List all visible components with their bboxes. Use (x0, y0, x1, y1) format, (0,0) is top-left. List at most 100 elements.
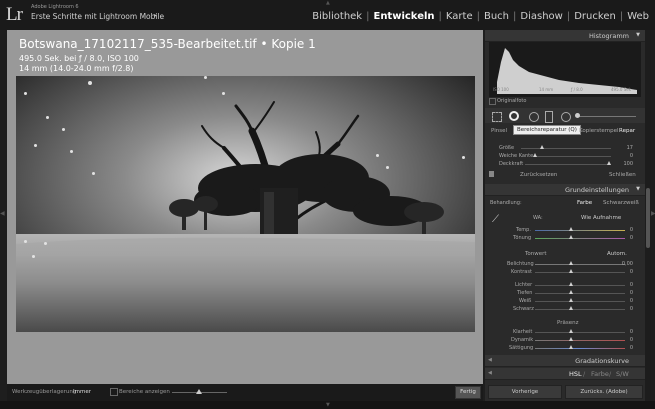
mode-kopierstempel[interactable]: Kopierstempel (579, 128, 619, 134)
dynamik-knob[interactable] (569, 337, 573, 341)
visualize-slider-knob[interactable] (196, 389, 202, 394)
histogram-title: Histogramm (588, 32, 629, 40)
mode-repar[interactable]: Repar (619, 128, 635, 134)
dynamik-slider[interactable] (535, 340, 625, 341)
bereiche-checkbox[interactable] (110, 388, 118, 396)
module-drucken[interactable]: Drucken (570, 11, 620, 22)
hsl-sw-tab[interactable]: S/W (616, 370, 629, 378)
deckkraft-knob[interactable] (607, 161, 611, 165)
right-panel-toggle-icon[interactable]: ▶ (651, 210, 655, 217)
basic-collapse-icon[interactable]: ▼ (636, 186, 640, 192)
lightroom-logo: Lr (6, 4, 23, 25)
module-buch[interactable]: Buch (480, 11, 513, 22)
eyedropper-icon[interactable]: ⟋ (492, 214, 499, 225)
switch-icon[interactable] (489, 171, 494, 177)
belichtung-knob[interactable] (569, 261, 573, 265)
groesse-knob[interactable] (540, 145, 544, 149)
groesse-label: Größe (499, 145, 515, 151)
radial-filter-icon[interactable] (561, 112, 571, 122)
temp-slider[interactable] (535, 230, 625, 231)
original-photo-checkbox[interactable] (489, 98, 496, 105)
tiefen-slider[interactable] (535, 293, 625, 294)
klarheit-value[interactable]: 0 (613, 329, 633, 335)
hsl-expand-icon[interactable]: ◀ (488, 370, 492, 376)
kontrast-slider[interactable] (535, 272, 625, 273)
red-eye-icon[interactable] (529, 112, 539, 122)
histogram-header[interactable]: Histogramm ▼ (485, 30, 645, 42)
module-diashow[interactable]: Diashow (516, 11, 566, 22)
weiche-kante-value[interactable]: 0 (613, 153, 633, 159)
filmstrip-toggle-icon[interactable]: ▼ (326, 402, 330, 408)
hsl-tab[interactable]: HSL (569, 370, 582, 378)
weiss-slider[interactable] (535, 301, 625, 302)
belichtung-value[interactable]: 0,00 (613, 261, 633, 267)
schwarz-slider[interactable] (535, 309, 625, 310)
reset-button[interactable]: Zurücksetzen (520, 172, 557, 178)
tiefen-value[interactable]: 0 (613, 290, 633, 296)
module-entwickeln[interactable]: Entwickeln (369, 11, 438, 22)
reset-adobe-button[interactable]: Zurücks. (Adobe) (565, 385, 643, 399)
tonung-slider[interactable] (535, 238, 625, 239)
lichter-slider[interactable] (535, 285, 625, 286)
weiche-kante-knob[interactable] (533, 153, 537, 157)
mode-pinsel[interactable]: Pinsel (491, 128, 507, 134)
temp-value[interactable]: 0 (613, 227, 633, 233)
gradient-filter-icon[interactable] (545, 111, 553, 123)
basic-panel-header[interactable]: Grundeinstellungen ▼ (485, 184, 645, 196)
weiche-kante-slider[interactable] (535, 156, 611, 157)
right-panel-scroll-thumb[interactable] (646, 188, 650, 248)
saettigung-value[interactable]: 0 (613, 345, 633, 351)
weiss-value[interactable]: 0 (613, 298, 633, 304)
top-panel-toggle-icon[interactable]: ▲ (326, 0, 330, 6)
left-panel-toggle-icon[interactable]: ◀ (0, 210, 5, 217)
module-karte[interactable]: Karte (442, 11, 477, 22)
treatment-bw[interactable]: Schwarzweiß (603, 200, 639, 206)
saettigung-knob[interactable] (569, 345, 573, 349)
auto-tone-button[interactable]: Autom. (607, 251, 627, 257)
previous-button[interactable]: Vorherige (488, 385, 562, 399)
dynamik-value[interactable]: 0 (613, 337, 633, 343)
groesse-slider[interactable] (521, 148, 611, 149)
tiefen-knob[interactable] (569, 290, 573, 294)
saettigung-slider[interactable] (535, 348, 625, 349)
schwarz-knob[interactable] (569, 306, 573, 310)
module-bibliothek[interactable]: Bibliothek (308, 11, 366, 22)
kontrast-value[interactable]: 0 (613, 269, 633, 275)
kontrast-knob[interactable] (569, 269, 573, 273)
tonung-value[interactable]: 0 (613, 235, 633, 241)
catalog-menu-icon[interactable]: ▸ (154, 12, 157, 19)
lichter-value[interactable]: 0 (613, 282, 633, 288)
weiss-knob[interactable] (569, 298, 573, 302)
lichter-knob[interactable] (569, 282, 573, 286)
tonung-knob[interactable] (569, 235, 573, 239)
deckkraft-value[interactable]: 100 (613, 161, 633, 167)
hsl-farbe-tab[interactable]: Farbe (591, 370, 609, 378)
wb-dropdown[interactable]: Wie Aufnahme (581, 215, 621, 221)
brush-icon[interactable] (575, 113, 580, 118)
bereiche-label: Bereiche anzeigen (119, 389, 170, 395)
temp-knob[interactable] (569, 227, 573, 231)
tone-curve-expand-icon[interactable]: ◀ (488, 357, 492, 363)
hsl-header[interactable]: ◀ HSL / Farbe / S/W (485, 368, 645, 380)
close-button[interactable]: Schließen (609, 172, 636, 178)
treatment-color[interactable]: Farbe (577, 200, 592, 206)
module-web[interactable]: Web (623, 11, 653, 22)
spot-removal-icon[interactable] (509, 111, 519, 121)
histogram-collapse-icon[interactable]: ▼ (636, 32, 640, 38)
brush-slider[interactable] (576, 116, 636, 117)
deckkraft-slider[interactable] (525, 164, 611, 165)
tone-curve-header[interactable]: ◀ Gradationskurve (485, 355, 645, 367)
done-button[interactable]: Fertig (455, 386, 481, 399)
schwarz-label: Schwarz (513, 306, 534, 312)
tonwert-label: Tonwert (525, 251, 547, 257)
photo[interactable] (16, 76, 475, 332)
groesse-value[interactable]: 17 (613, 145, 633, 151)
belichtung-slider[interactable] (535, 264, 625, 265)
catalog-name[interactable]: Erste Schritte mit Lightroom Mobile (31, 12, 164, 21)
overlay-dropdown[interactable]: Immer (73, 389, 91, 395)
crop-icon[interactable] (492, 112, 502, 122)
klarheit-slider[interactable] (535, 332, 625, 333)
tonung-label: Tönung (513, 235, 532, 241)
schwarz-value[interactable]: 0 (613, 306, 633, 312)
klarheit-knob[interactable] (569, 329, 573, 333)
